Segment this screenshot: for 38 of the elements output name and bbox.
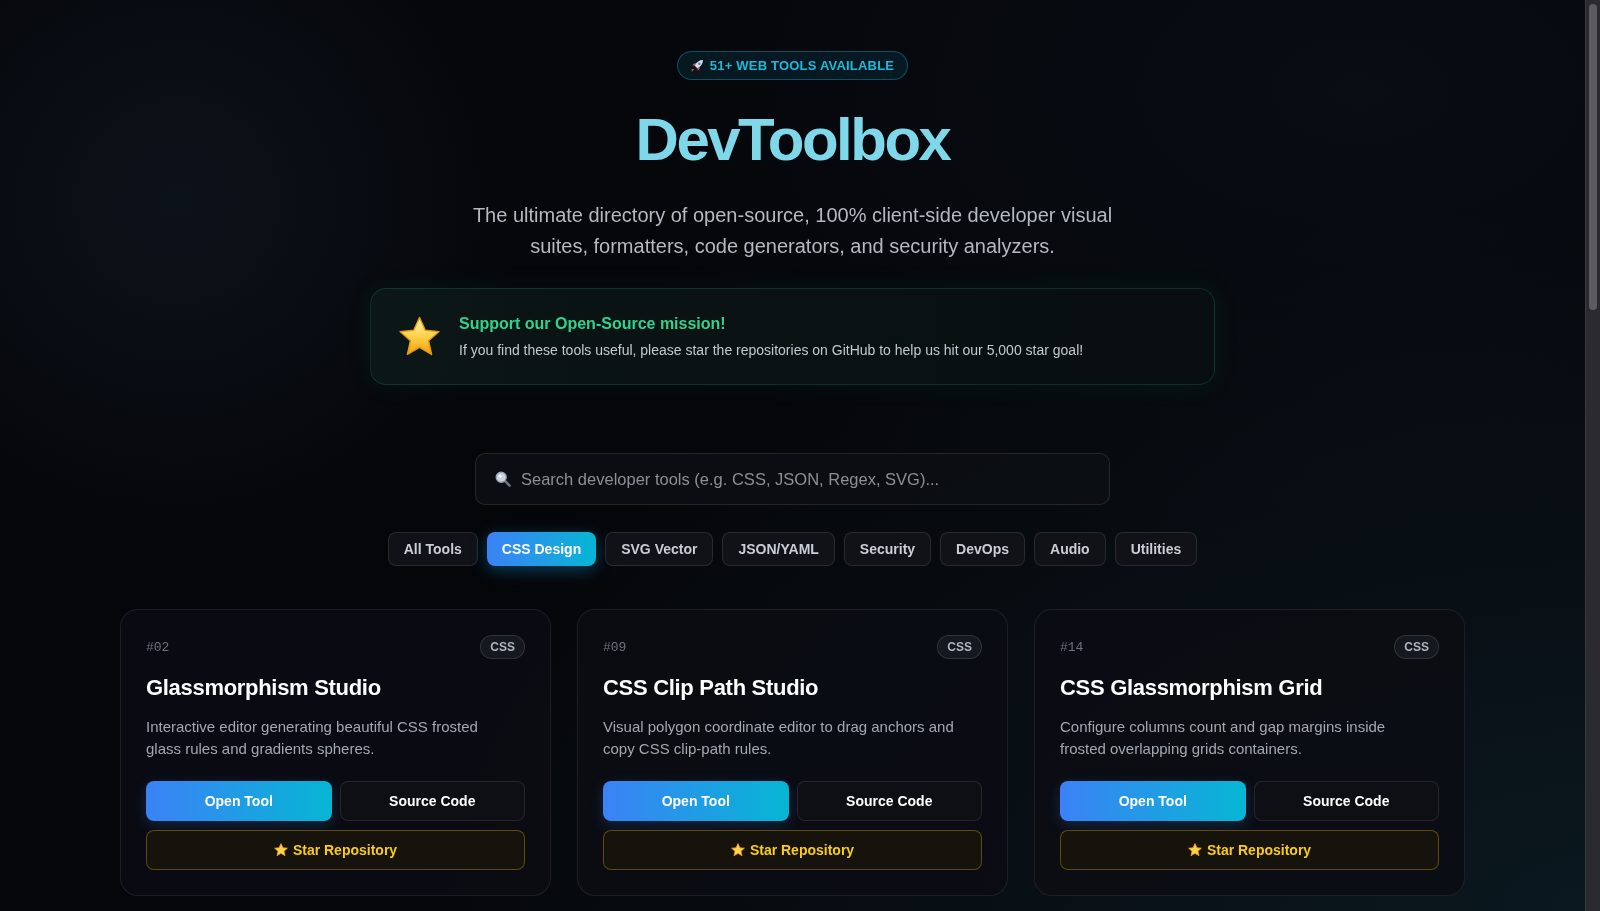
support-text: If you find these tools useful, please star the repositories on GitHub to help us hit our 5,000 star goal! [459,342,1084,358]
category-tab[interactable]: All Tools [387,532,478,566]
category-tab[interactable]: Audio [1034,532,1106,566]
tool-title: CSS Clip Path Studio [603,674,820,702]
category-tag: CSS [937,635,982,659]
scrollbar-thumb[interactable] [1589,4,1597,310]
tool-description: Interactive editor generating beautiful CSS frosted glass rules and gradients spheres. [146,717,479,759]
site-subtitle: The ultimate directory of open-source, 100% client-side developer visual suites, formatters, code generators, and security analyzers. [471,203,1114,259]
category-tab[interactable]: JSON/YAML [722,532,835,566]
tool-description: Configure columns count and gap margins inside frosted overlapping grids containers. [1060,717,1387,759]
star-repository-button[interactable]: Star Repository [146,830,525,870]
support-title: Support our Open-Source mission! [459,315,727,333]
category-tab[interactable]: DevOps [940,532,1025,566]
source-code-button[interactable]: Source Code [1253,781,1439,821]
star-icon [730,843,745,857]
announcement-text: 51+ WEB TOOLS AVAILABLE [709,58,895,73]
tool-number: #02 [146,639,170,655]
star-icon [398,315,441,358]
category-tag: CSS [480,635,525,659]
star-repository-button[interactable]: Star Repository [603,830,982,870]
tool-number: #09 [603,639,627,655]
category-tab[interactable]: Utilities [1114,532,1198,566]
tool-number: #14 [1060,639,1084,655]
star-repository-button[interactable]: Star Repository [1060,830,1439,870]
search-icon [495,471,511,487]
star-icon [1187,843,1202,857]
search-field[interactable]: Search developer tools (e.g. CSS, JSON, Regex, SVG)... [475,453,1110,505]
source-code-button[interactable]: Source Code [796,781,982,821]
site-title: DevToolbox [635,105,950,174]
category-tab[interactable]: Security [843,532,932,566]
category-tab[interactable]: SVG Vector [605,532,714,566]
rocket-icon [689,58,704,73]
tool-title: CSS Glassmorphism Grid [1060,674,1324,702]
tool-title: Glassmorphism Studio [146,674,382,702]
category-tag: CSS [1394,635,1439,659]
star-icon [273,843,288,857]
tool-description: Visual polygon coordinate editor to drag anchors and copy CSS clip-path rules. [603,717,955,759]
source-code-button[interactable]: Source Code [339,781,525,821]
